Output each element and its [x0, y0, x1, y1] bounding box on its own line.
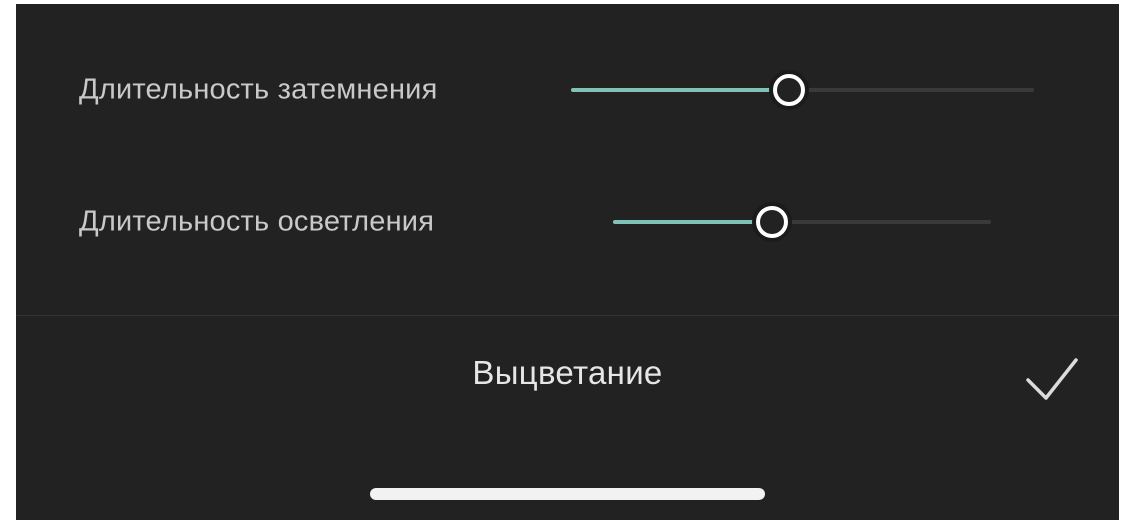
checkmark-icon	[1026, 358, 1078, 400]
effect-title: Выцветание	[472, 354, 663, 391]
home-indicator	[370, 488, 765, 500]
fade-in-duration-slider-fill	[613, 220, 772, 224]
fade-out-duration-slider[interactable]	[571, 70, 1034, 110]
fade-in-duration-row: Длительность осветления	[16, 192, 1119, 252]
fade-out-duration-slider-thumb[interactable]	[768, 70, 809, 110]
fade-in-duration-slider-thumb[interactable]	[751, 202, 792, 242]
fade-out-duration-row: Длительность затемнения	[16, 60, 1119, 120]
confirm-button[interactable]	[1020, 348, 1084, 412]
fade-settings-panel: Длительность затемнения Длительность осв…	[16, 4, 1119, 520]
fade-in-duration-label: Длительность осветления	[79, 205, 435, 238]
divider	[16, 315, 1119, 316]
fade-out-duration-slider-fill	[571, 88, 789, 92]
fade-in-duration-slider[interactable]	[613, 202, 991, 242]
fade-out-duration-label: Длительность затемнения	[79, 73, 438, 106]
